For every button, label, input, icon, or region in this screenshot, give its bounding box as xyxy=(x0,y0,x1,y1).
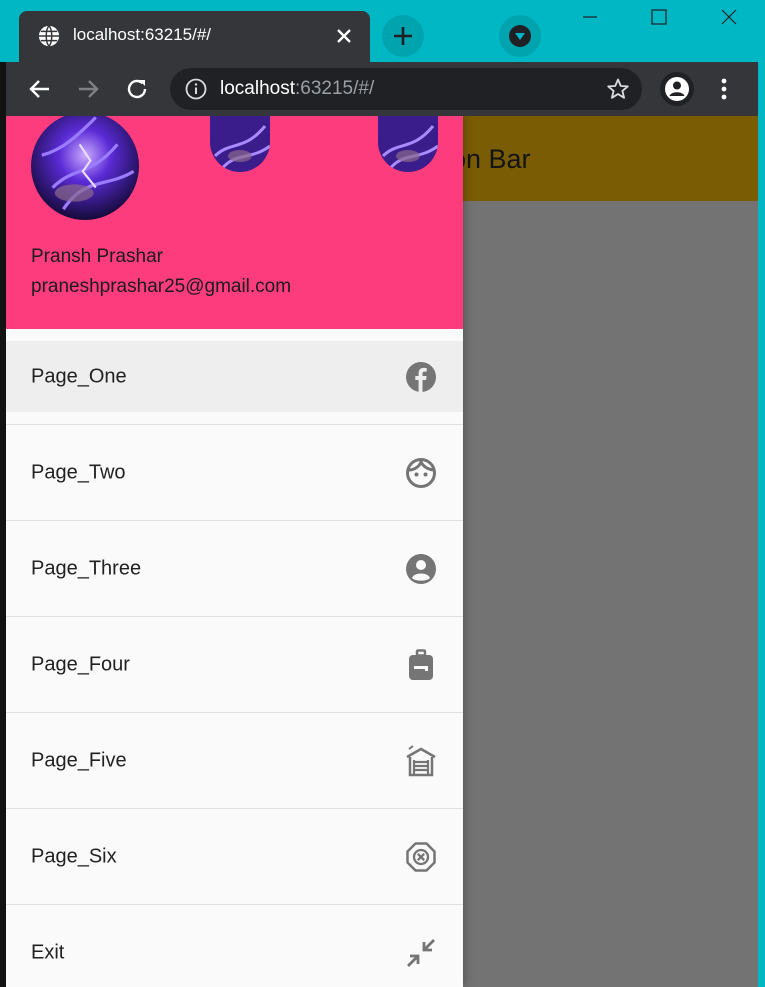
url-text: localhost:63215/#/ xyxy=(220,78,374,100)
cancel-octagon-icon xyxy=(406,841,436,872)
navigation-drawer: Pransh Prashar praneshprashar25@gmail.co… xyxy=(6,116,463,987)
more-vert-icon[interactable] xyxy=(712,76,736,102)
url-path: :63215/#/ xyxy=(295,78,375,99)
avatar-image xyxy=(378,116,438,172)
close-icon xyxy=(721,9,737,25)
star-icon[interactable] xyxy=(606,77,630,101)
nav-item-label: Page_Two xyxy=(31,461,126,483)
new-tab-button[interactable] xyxy=(382,15,424,57)
face-icon xyxy=(406,457,436,488)
maximize-button[interactable] xyxy=(624,0,694,34)
other-account-avatar-1[interactable] xyxy=(210,116,270,172)
nav-item-exit[interactable]: Exit xyxy=(6,905,463,987)
close-fullscreen-icon xyxy=(407,938,435,967)
back-icon[interactable] xyxy=(27,76,53,102)
account-name: Pransh Prashar xyxy=(31,246,164,267)
nav-item-page-two[interactable]: Page_Two xyxy=(6,425,463,521)
other-account-avatar-2[interactable] xyxy=(378,116,438,172)
nav-item-label: Page_Five xyxy=(31,749,127,771)
browser-toolbar: localhost:63215/#/ xyxy=(6,62,758,116)
avatar-image xyxy=(210,116,270,172)
warehouse-icon xyxy=(406,744,436,776)
backpack-icon xyxy=(409,648,433,680)
browser-tabstrip: localhost:63215/#/ xyxy=(0,0,765,62)
maximize-icon xyxy=(651,9,667,25)
avatar-image xyxy=(31,116,139,220)
globe-icon xyxy=(38,25,60,47)
nav-item-page-six[interactable]: Page_Six xyxy=(6,809,463,905)
nav-item-label: Page_Six xyxy=(31,845,117,867)
account-avatar[interactable] xyxy=(31,116,139,220)
nav-item-page-four[interactable]: Page_Four xyxy=(6,617,463,713)
info-icon[interactable] xyxy=(184,77,208,101)
person-icon xyxy=(665,77,689,101)
app-viewport: on Bar Pransh Prashar praneshprashar25@g… xyxy=(6,116,758,987)
profile-button[interactable] xyxy=(660,72,694,106)
nav-item-label: Exit xyxy=(31,941,65,963)
address-bar[interactable]: localhost:63215/#/ xyxy=(170,68,642,110)
drawer-nav-list: Page_One Page_Two Page_Three Page_Four P… xyxy=(6,341,463,987)
browser-tab[interactable]: localhost:63215/#/ xyxy=(19,11,370,62)
close-window-button[interactable] xyxy=(694,0,764,34)
nav-item-label: Page_Three xyxy=(31,557,142,579)
nav-item-page-three[interactable]: Page_Three xyxy=(6,521,463,617)
nav-item-label: Page_One xyxy=(31,365,127,387)
forward-icon[interactable] xyxy=(75,76,101,102)
nav-item-page-five[interactable]: Page_Five xyxy=(6,713,463,809)
url-host: localhost xyxy=(220,78,295,99)
chevron-down-circle-icon xyxy=(509,25,531,47)
nav-item-label: Page_Four xyxy=(31,653,130,675)
minimize-icon xyxy=(583,16,597,18)
tab-search-button[interactable] xyxy=(499,15,541,57)
facebook-icon xyxy=(406,361,436,392)
plus-icon xyxy=(394,27,412,45)
minimize-button[interactable] xyxy=(555,0,625,34)
nav-item-page-one[interactable]: Page_One xyxy=(6,341,463,425)
account-circle-icon xyxy=(406,553,436,584)
close-tab-icon[interactable] xyxy=(332,24,356,48)
tab-title: localhost:63215/#/ xyxy=(73,25,211,44)
drawer-header: Pransh Prashar praneshprashar25@gmail.co… xyxy=(6,116,463,329)
reload-icon[interactable] xyxy=(124,76,150,102)
account-email: praneshprashar25@gmail.com xyxy=(31,276,292,297)
